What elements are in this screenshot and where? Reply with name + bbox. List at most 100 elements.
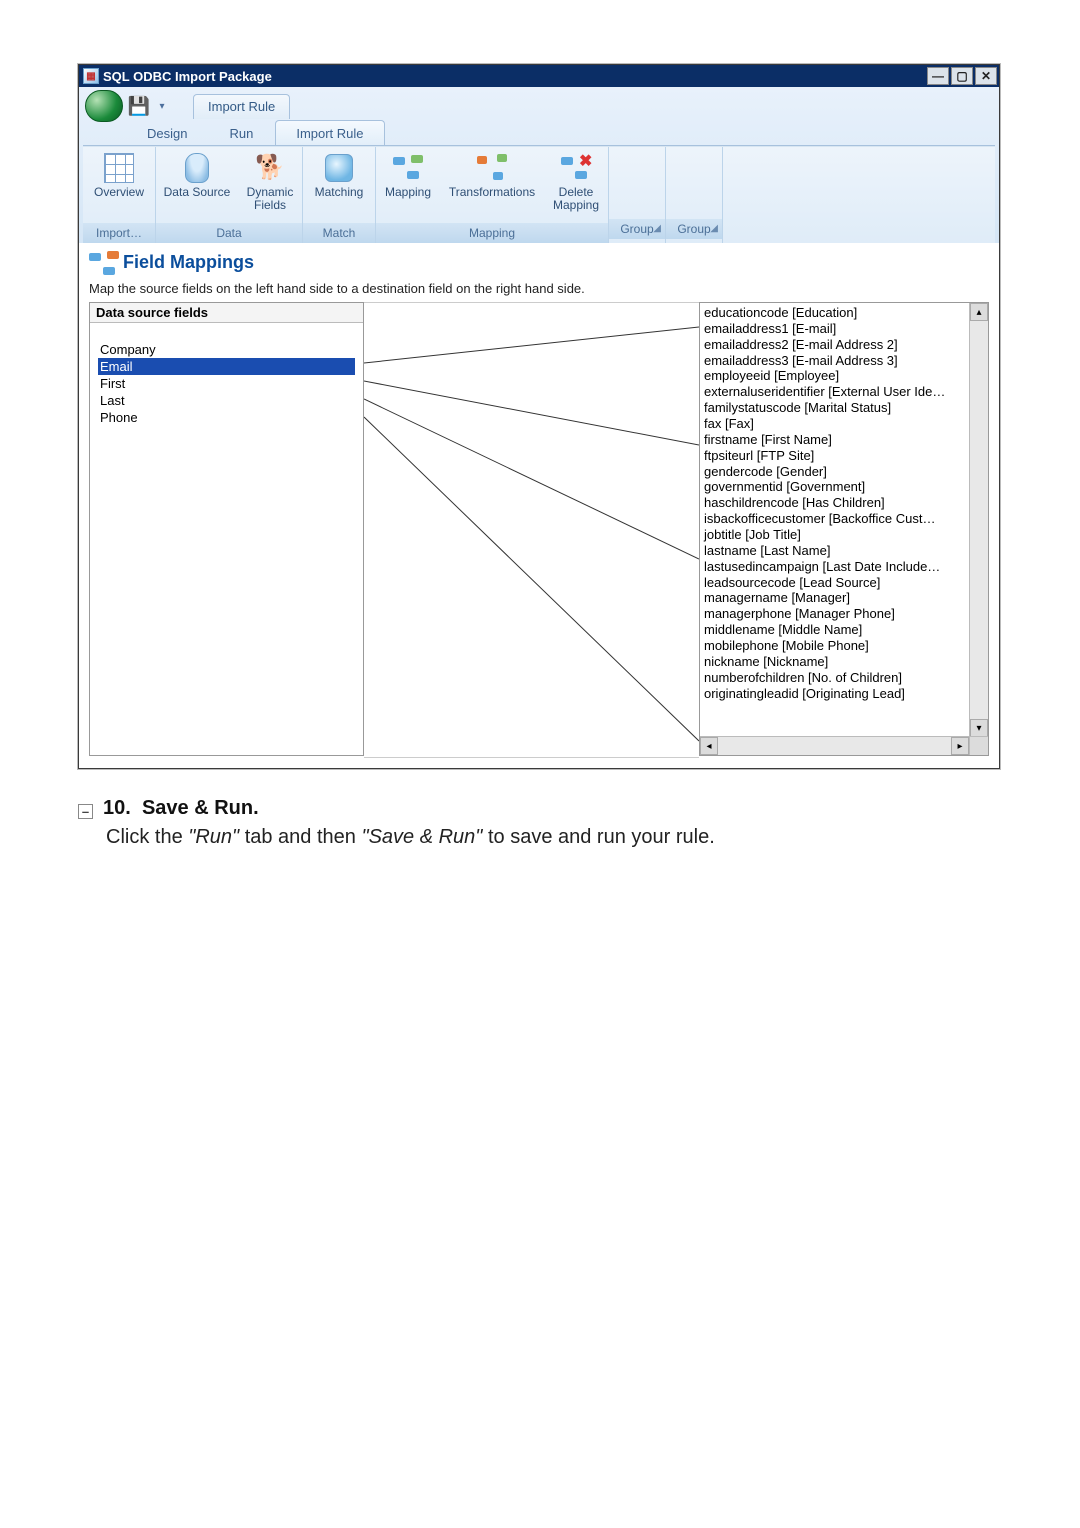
dynamic-icon: 🐕 (255, 153, 285, 183)
group-label-extra-b: Group ◢ (666, 219, 722, 239)
window-title: SQL ODBC Import Package (103, 69, 272, 84)
destination-fields-panel: educationcode [Education]emailaddress1 [… (699, 302, 989, 756)
close-button[interactable]: ✕ (975, 67, 997, 85)
field-mappings-icon (89, 251, 115, 273)
scroll-up-icon[interactable]: ▴ (970, 303, 988, 321)
destination-field-item[interactable]: isbackofficecustomer [Backoffice Cust… (702, 511, 988, 527)
group-label-extra-a: Group ◢ (609, 219, 665, 239)
data-source-button[interactable]: Data Source (156, 151, 238, 223)
mapping-icon (393, 153, 423, 183)
destination-field-item[interactable]: mobilephone [Mobile Phone] (702, 638, 988, 654)
doc-step: – 10. Save & Run. Click the "Run" tab an… (78, 797, 1002, 849)
dialog-launcher-icon[interactable]: ◢ (653, 223, 661, 234)
destination-field-item[interactable]: managername [Manager] (702, 590, 988, 606)
subtab-row: Design Run Import Rule (83, 119, 995, 146)
office-button[interactable] (85, 90, 123, 122)
group-extra-b: Group ◢ (666, 147, 723, 243)
field-mappings-panel: Field Mappings Map the source fields on … (79, 243, 999, 768)
destination-field-item[interactable]: educationcode [Education] (702, 305, 988, 321)
subtab-import-rule[interactable]: Import Rule (275, 120, 384, 145)
destination-field-item[interactable]: externaluseridentifier [External User Id… (702, 384, 988, 400)
destination-field-item[interactable]: lastname [Last Name] (702, 543, 988, 559)
save-icon[interactable]: 💾 (129, 96, 149, 116)
source-fields-header: Data source fields (90, 303, 363, 323)
source-field-item[interactable]: First (98, 375, 355, 392)
horizontal-scrollbar[interactable]: ◂ ▸ (700, 736, 988, 755)
destination-field-item[interactable]: lastusedincampaign [Last Date Include… (702, 559, 988, 575)
group-label-mapping: Mapping (376, 223, 608, 243)
titlebar: ▦ SQL ODBC Import Package — ▢ ✕ (79, 65, 999, 87)
group-label-import: Import… (83, 223, 155, 243)
destination-fields-list[interactable]: educationcode [Education]emailaddress1 [… (700, 303, 988, 755)
window-buttons: — ▢ ✕ (927, 67, 997, 85)
destination-field-item[interactable]: ftpsiteurl [FTP Site] (702, 448, 988, 464)
quick-access-row: 💾 ▾ Import Rule (83, 91, 995, 121)
mapping-row: Data source fields CompanyEmailFirstLast… (89, 302, 989, 758)
overview-button[interactable]: Overview (83, 151, 155, 223)
lens-icon (324, 153, 354, 183)
maximize-button[interactable]: ▢ (951, 67, 973, 85)
source-fields-panel: Data source fields CompanyEmailFirstLast… (89, 302, 364, 756)
ribbon-groups: Overview Import… Data Source 🐕 Dynamic (83, 146, 995, 243)
destination-field-item[interactable]: emailaddress1 [E-mail] (702, 321, 988, 337)
matching-button[interactable]: Matching (303, 151, 375, 223)
overview-label: Overview (94, 186, 144, 199)
mapping-connectors (364, 302, 699, 758)
group-import: Overview Import… (83, 147, 156, 243)
destination-field-item[interactable]: numberofchildren [No. of Children] (702, 670, 988, 686)
subtab-run[interactable]: Run (209, 121, 273, 145)
destination-field-item[interactable]: firstname [First Name] (702, 432, 988, 448)
destination-field-item[interactable]: emailaddress2 [E-mail Address 2] (702, 337, 988, 353)
mapping-button[interactable]: Mapping (376, 151, 440, 223)
transformations-icon (477, 153, 507, 183)
panel-description: Map the source fields on the left hand s… (89, 281, 989, 296)
source-field-item[interactable]: Phone (98, 409, 355, 426)
destination-field-item[interactable]: middlename [Middle Name] (702, 622, 988, 638)
step-body: Click the "Run" tab and then "Save & Run… (106, 826, 1002, 849)
panel-title: Field Mappings (123, 252, 254, 273)
collapse-icon[interactable]: – (78, 804, 93, 819)
source-field-item[interactable]: Email (98, 358, 355, 375)
group-label-data: Data (156, 223, 302, 243)
scroll-down-icon[interactable]: ▾ (970, 719, 988, 737)
group-extra-a: Group ◢ (609, 147, 666, 243)
destination-field-item[interactable]: nickname [Nickname] (702, 654, 988, 670)
group-data: Data Source 🐕 Dynamic Fields Data (156, 147, 303, 243)
destination-field-item[interactable]: fax [Fax] (702, 416, 988, 432)
destination-field-item[interactable]: originatingleadid [Originating Lead] (702, 686, 988, 702)
destination-field-item[interactable]: employeeid [Employee] (702, 368, 988, 384)
panel-header: Field Mappings (89, 251, 989, 273)
scroll-left-icon[interactable]: ◂ (700, 737, 718, 755)
dialog-launcher-icon[interactable]: ◢ (710, 223, 718, 234)
source-field-item[interactable]: Company (98, 341, 355, 358)
primary-tab-import-rule[interactable]: Import Rule (193, 94, 290, 119)
destination-field-item[interactable]: governmentid [Government] (702, 479, 988, 495)
destination-field-item[interactable]: gendercode [Gender] (702, 464, 988, 480)
destination-field-item[interactable]: managerphone [Manager Phone] (702, 606, 988, 622)
minimize-button[interactable]: — (927, 67, 949, 85)
app-icon: ▦ (83, 68, 99, 84)
cylinder-icon (182, 153, 212, 183)
ribbon: 💾 ▾ Import Rule Design Run Import Rule O… (79, 87, 999, 243)
subtab-design[interactable]: Design (127, 121, 207, 145)
destination-field-item[interactable]: jobtitle [Job Title] (702, 527, 988, 543)
transformations-button[interactable]: Transformations (440, 151, 544, 223)
group-match: Matching Match (303, 147, 376, 243)
destination-field-item[interactable]: emailaddress3 [E-mail Address 3] (702, 353, 988, 369)
qat-more-icon[interactable]: ▾ (155, 99, 169, 113)
destination-field-item[interactable]: haschildrencode [Has Children] (702, 495, 988, 511)
scroll-right-icon[interactable]: ▸ (951, 737, 969, 755)
scrollbar-corner (969, 737, 988, 755)
destination-field-item[interactable]: leadsourcecode [Lead Source] (702, 575, 988, 591)
group-mapping: Mapping Transformations ✖ Delete Mappin (376, 147, 609, 243)
delete-mapping-icon: ✖ (561, 153, 591, 183)
delete-mapping-button[interactable]: ✖ Delete Mapping (544, 151, 608, 223)
app-window: ▦ SQL ODBC Import Package — ▢ ✕ 💾 ▾ Impo… (78, 64, 1000, 769)
source-fields-list[interactable]: CompanyEmailFirstLastPhone (90, 323, 363, 434)
step-title: Save & Run. (142, 797, 259, 819)
grid-icon (104, 153, 134, 183)
source-field-item[interactable]: Last (98, 392, 355, 409)
dynamic-fields-button[interactable]: 🐕 Dynamic Fields (238, 151, 302, 223)
vertical-scrollbar[interactable]: ▴ ▾ (969, 303, 988, 737)
destination-field-item[interactable]: familystatuscode [Marital Status] (702, 400, 988, 416)
